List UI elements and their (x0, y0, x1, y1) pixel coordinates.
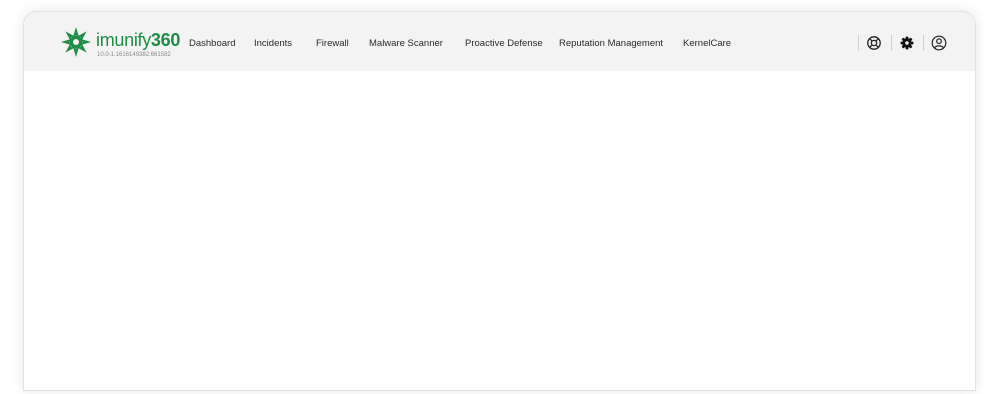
nav-incidents[interactable]: Incidents (254, 38, 292, 49)
user-icon[interactable] (930, 34, 948, 52)
nav-malware-scanner[interactable]: Malware Scanner (369, 38, 443, 49)
nav-proactive-defense[interactable]: Proactive Defense (465, 38, 543, 49)
toolbar-divider (858, 35, 859, 51)
toolbar-divider (923, 35, 924, 51)
nav-reputation-management[interactable]: Reputation Management (559, 38, 663, 49)
support-icon[interactable] (865, 34, 883, 52)
brand-name: imunify360 (96, 31, 180, 49)
nav-dashboard[interactable]: Dashboard (189, 38, 235, 49)
imunify-logo-icon (61, 27, 91, 57)
version-label: 10.0-1.1616149382.661582 (97, 52, 171, 58)
top-navigation-bar: imunify360 10.0-1.1616149382.661582 Dash… (24, 12, 975, 71)
brand-number: 360 (150, 30, 181, 50)
app-window: imunify360 10.0-1.1616149382.661582 Dash… (23, 11, 976, 391)
toolbar-divider (891, 35, 892, 51)
gear-icon[interactable] (898, 34, 916, 52)
main-content-area (24, 71, 975, 390)
nav-kernelcare[interactable]: KernelCare (683, 38, 731, 49)
nav-firewall[interactable]: Firewall (316, 38, 349, 49)
brand-name-text: imunify (96, 30, 151, 50)
